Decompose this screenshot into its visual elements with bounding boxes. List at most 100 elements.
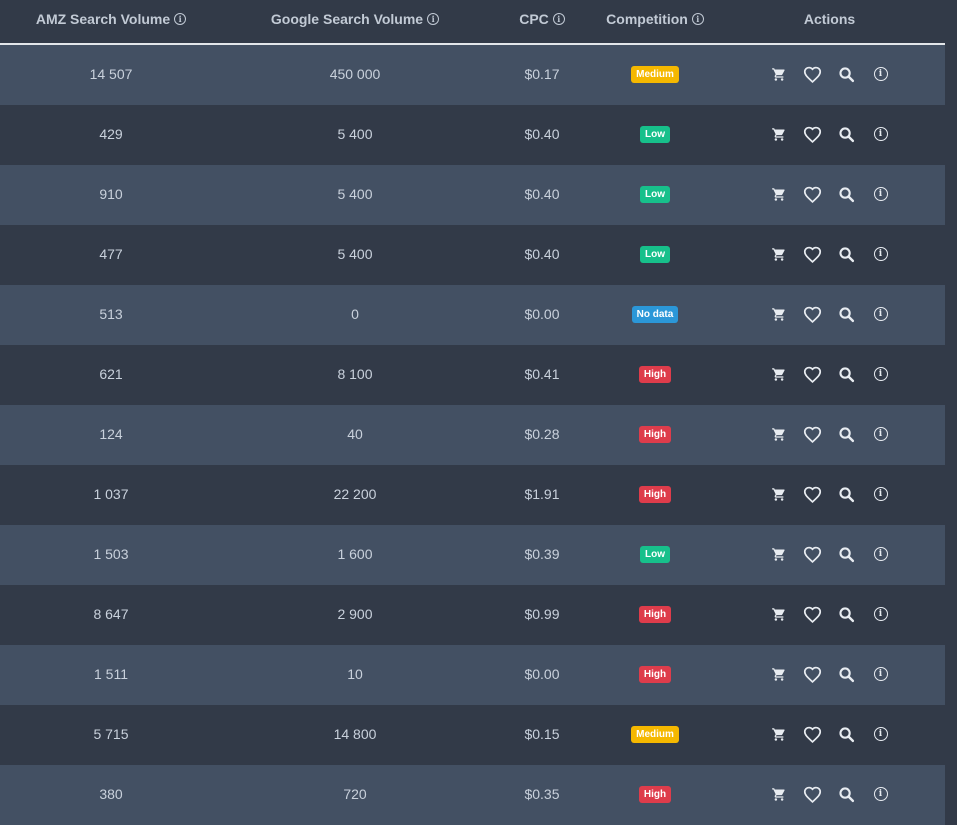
info-circle-icon[interactable]: i [864,182,898,206]
amz-search-volume-cell: 1 503 [0,546,222,562]
amz-search-volume-cell: 1 037 [0,486,222,502]
info-circle-icon[interactable]: i [864,242,898,266]
info-circle-icon[interactable]: i [864,62,898,86]
competition-cell: High [596,605,714,623]
cart-icon[interactable] [762,482,796,506]
search-icon[interactable] [830,122,864,146]
heart-icon[interactable] [796,302,830,326]
heart-icon[interactable] [796,542,830,566]
search-icon[interactable] [830,482,864,506]
search-icon[interactable] [830,362,864,386]
cart-icon[interactable] [762,182,796,206]
search-icon[interactable] [830,662,864,686]
cart-icon[interactable] [762,242,796,266]
actions-cell: i [714,542,945,566]
google-search-volume-cell: 5 400 [222,126,488,142]
cart-icon[interactable] [762,542,796,566]
search-icon[interactable] [830,62,864,86]
cpc-value: $0.15 [524,726,560,742]
actions-cell: i [714,362,945,386]
search-icon[interactable] [830,602,864,626]
heart-icon[interactable] [796,62,830,86]
table-row: 1 503 1 600 $0.39 Low i [0,525,945,585]
google-search-volume-cell: 10 [222,666,488,682]
google-search-volume: 1 600 [337,546,373,562]
cpc-cell: $0.28 [488,426,596,442]
cpc-cell: $0.99 [488,606,596,622]
header-label: Actions [803,10,856,27]
google-search-volume: 5 400 [337,186,373,202]
info-icon[interactable]: i [552,12,565,25]
cart-icon[interactable] [762,662,796,686]
header-label: CPC [519,10,549,27]
info-circle-icon[interactable]: i [864,422,898,446]
google-search-volume: 450 000 [329,66,381,82]
amz-search-volume-cell: 1 511 [0,666,222,682]
table-row: 1 511 10 $0.00 High i [0,645,945,705]
google-search-volume-cell: 1 600 [222,546,488,562]
header-cpc[interactable]: CPC i [488,11,596,27]
amz-search-volume: 124 [99,426,123,442]
cpc-cell: $1.91 [488,486,596,502]
amz-search-volume-cell: 5 715 [0,726,222,742]
google-search-volume-cell: 2 900 [222,606,488,622]
info-circle-icon[interactable]: i [864,482,898,506]
cart-icon[interactable] [762,782,796,806]
amz-search-volume-cell: 380 [0,786,222,802]
heart-icon[interactable] [796,362,830,386]
info-circle-icon[interactable]: i [864,602,898,626]
competition-cell: Low [596,125,714,143]
info-circle-icon[interactable]: i [864,122,898,146]
cart-icon[interactable] [762,422,796,446]
heart-icon[interactable] [796,722,830,746]
header-actions: Actions [714,11,945,27]
google-search-volume-cell: 22 200 [222,486,488,502]
google-search-volume: 10 [347,666,363,682]
search-icon[interactable] [830,242,864,266]
search-icon[interactable] [830,782,864,806]
cpc-value: $0.40 [524,246,560,262]
google-search-volume-cell: 5 400 [222,186,488,202]
header-label: Competition [606,10,688,27]
info-circle-icon[interactable]: i [864,722,898,746]
heart-icon[interactable] [796,122,830,146]
google-search-volume: 5 400 [337,246,373,262]
info-icon[interactable]: i [427,12,440,25]
table-row: 1 037 22 200 $1.91 High i [0,465,945,525]
header-competition[interactable]: Competition i [596,11,714,27]
amz-search-volume: 1 511 [94,666,128,682]
heart-icon[interactable] [796,242,830,266]
heart-icon[interactable] [796,482,830,506]
search-icon[interactable] [830,542,864,566]
info-circle-icon[interactable]: i [864,542,898,566]
cart-icon[interactable] [762,362,796,386]
competition-badge: Low [640,245,670,263]
cart-icon[interactable] [762,722,796,746]
info-circle-icon[interactable]: i [864,302,898,326]
header-amz-search-volume[interactable]: AMZ Search Volume i [0,11,222,27]
competition-cell: Medium [596,65,714,83]
heart-icon[interactable] [796,182,830,206]
info-circle-icon[interactable]: i [864,362,898,386]
cart-icon[interactable] [762,602,796,626]
info-circle-icon[interactable]: i [864,662,898,686]
cart-icon[interactable] [762,122,796,146]
search-icon[interactable] [830,422,864,446]
info-icon[interactable]: i [691,12,704,25]
actions-cell: i [714,122,945,146]
cpc-value: $0.35 [524,786,560,802]
heart-icon[interactable] [796,422,830,446]
cart-icon[interactable] [762,302,796,326]
header-google-search-volume[interactable]: Google Search Volume i [222,11,488,27]
search-icon[interactable] [830,302,864,326]
heart-icon[interactable] [796,662,830,686]
heart-icon[interactable] [796,602,830,626]
info-icon[interactable]: i [174,12,187,25]
info-circle-icon[interactable]: i [864,782,898,806]
cpc-value: $0.00 [524,306,560,322]
cpc-cell: $0.35 [488,786,596,802]
search-icon[interactable] [830,182,864,206]
heart-icon[interactable] [796,782,830,806]
search-icon[interactable] [830,722,864,746]
cart-icon[interactable] [762,62,796,86]
